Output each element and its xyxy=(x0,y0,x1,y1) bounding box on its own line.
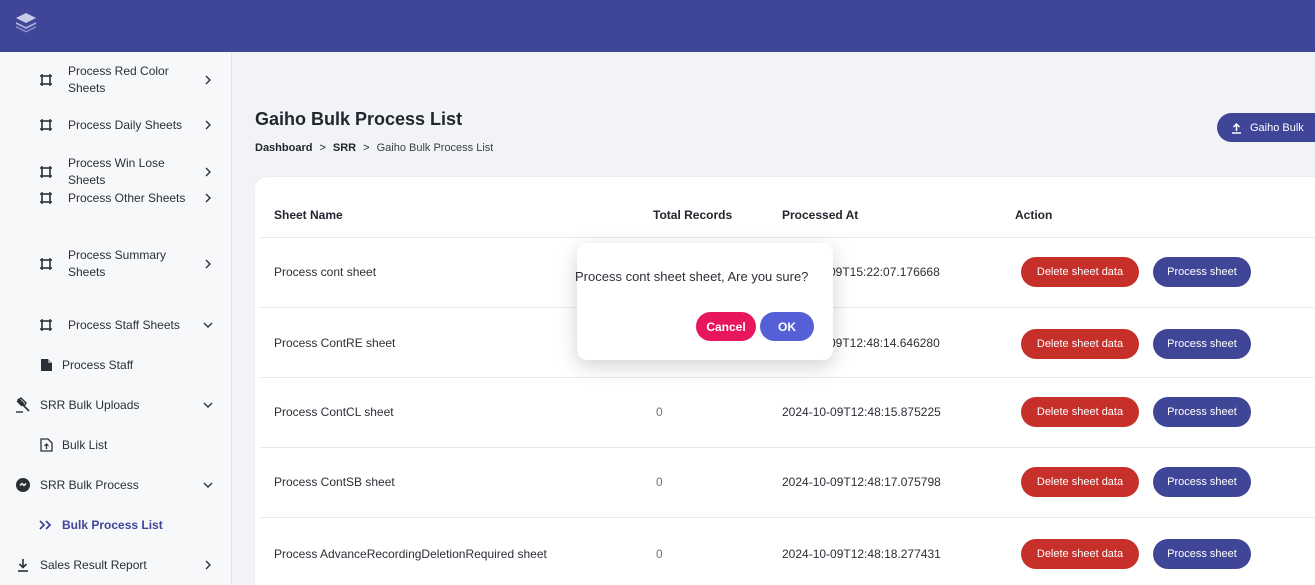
sidebar-item-process-staff-sheets[interactable]: Process Staff Sheets xyxy=(0,316,232,334)
chevron-right-icon xyxy=(205,259,211,269)
upload-button-label: Gaiho Bulk xyxy=(1250,121,1304,134)
sheet-name-cell: Process cont sheet xyxy=(274,265,377,279)
sidebar-item-process-other-sheets[interactable]: Process Other Sheets xyxy=(0,189,232,207)
process-circle-icon xyxy=(15,477,31,493)
delete-sheet-data-button[interactable]: Delete sheet data xyxy=(1021,397,1139,427)
column-header-sheet-name: Sheet Name xyxy=(274,208,343,222)
sidebar-item-label: Sheets xyxy=(68,265,106,279)
confirm-dialog-message: Process cont sheet sheet, Are you sure? xyxy=(575,269,809,284)
column-header-action: Action xyxy=(1015,208,1053,222)
chevron-right-icon xyxy=(205,75,211,85)
sidebar-item-label: Process Red Color xyxy=(68,64,169,78)
delete-sheet-data-button[interactable]: Delete sheet data xyxy=(1021,257,1139,287)
cancel-button[interactable]: Cancel xyxy=(696,312,756,341)
gavel-icon xyxy=(15,397,31,413)
process-sheet-button[interactable]: Process sheet xyxy=(1153,397,1251,427)
process-sheet-button[interactable]: Process sheet xyxy=(1153,467,1251,497)
sidebar-item-label: Process Daily Sheets xyxy=(68,118,183,132)
table-header: Sheet Name Total Records Processed At Ac… xyxy=(260,190,1315,238)
chevron-down-icon xyxy=(203,402,213,408)
chevron-right-icon xyxy=(205,120,211,130)
table-row: Process AdvanceRecordingDeletionRequired… xyxy=(260,518,1315,585)
table-row: Process ContSB sheet 0 2024-10-09T12:48:… xyxy=(260,448,1315,518)
delete-sheet-data-button[interactable]: Delete sheet data xyxy=(1021,467,1139,497)
sidebar-item-label: Process Staff Sheets xyxy=(68,318,180,332)
sidebar-item-label: Process Summary xyxy=(68,248,167,262)
processed-at-cell: 2024-10-09T12:48:15.875225 xyxy=(782,405,941,419)
sidebar-item-sales-result-report[interactable]: Sales Result Report xyxy=(0,556,232,574)
sheet-icon xyxy=(38,317,54,333)
column-header-total-records: Total Records xyxy=(653,208,733,222)
sidebar-item-process-red-color-sheets[interactable]: Process Red Color Sheets xyxy=(0,60,232,100)
chevron-right-icon xyxy=(205,167,211,177)
sidebar-item-label: Process Win Lose xyxy=(68,156,165,170)
total-records-cell: 0 xyxy=(656,475,663,489)
table-row: Process ContCL sheet 0 2024-10-09T12:48:… xyxy=(260,378,1315,448)
sidebar-item-bulk-process-list[interactable]: Bulk Process List xyxy=(0,516,232,534)
top-bar xyxy=(0,0,1315,52)
sheet-icon xyxy=(38,72,54,88)
sidebar-item-srr-bulk-process[interactable]: SRR Bulk Process xyxy=(0,476,232,494)
file-upload-icon xyxy=(38,437,54,453)
column-header-processed-at: Processed At xyxy=(782,208,859,222)
sheet-icon xyxy=(38,190,54,206)
process-sheet-button[interactable]: Process sheet xyxy=(1153,329,1251,359)
delete-sheet-data-button[interactable]: Delete sheet data xyxy=(1021,329,1139,359)
processed-at-cell: 2024-10-09T12:48:18.277431 xyxy=(782,547,941,561)
breadcrumb-separator: > xyxy=(363,142,370,154)
sidebar-item-label: Bulk List xyxy=(62,438,108,452)
sidebar-item-label: SRR Bulk Uploads xyxy=(40,398,140,412)
sheet-name-cell: Process ContRE sheet xyxy=(274,336,396,350)
layers-logo-icon[interactable] xyxy=(14,10,38,34)
sidebar-item-process-daily-sheets[interactable]: Process Daily Sheets xyxy=(0,116,232,134)
chevron-right-icon xyxy=(205,560,211,570)
sidebar-item-label: Process Other Sheets xyxy=(68,191,186,205)
file-icon xyxy=(38,357,54,373)
double-chevron-icon xyxy=(38,517,54,533)
process-sheet-button[interactable]: Process sheet xyxy=(1153,257,1251,287)
sidebar-item-label: Sales Result Report xyxy=(40,558,147,572)
sidebar-item-label: Sheets xyxy=(68,81,106,95)
sidebar-item-label: SRR Bulk Process xyxy=(40,478,139,492)
breadcrumb-current: Gaiho Bulk Process List xyxy=(376,142,494,154)
total-records-cell: 0 xyxy=(656,547,663,561)
breadcrumb-separator: > xyxy=(319,142,326,154)
ok-button[interactable]: OK xyxy=(760,312,814,341)
processed-at-cell: 09T12:48:14.646280 xyxy=(829,336,940,350)
page-title: Gaiho Bulk Process List xyxy=(255,109,463,129)
download-icon xyxy=(15,557,31,573)
confirm-dialog: Process cont sheet sheet, Are you sure? … xyxy=(575,243,833,360)
sheet-icon xyxy=(38,117,54,133)
chevron-down-icon xyxy=(203,322,213,328)
chevron-down-icon xyxy=(203,482,213,488)
sidebar-item-process-win-lose-sheets[interactable]: Process Win Lose Sheets xyxy=(0,152,232,192)
gaiho-bulk-upload-button[interactable]: Gaiho Bulk xyxy=(1217,113,1315,142)
breadcrumb-srr[interactable]: SRR xyxy=(333,142,356,154)
sidebar: Process Red Color Sheets Process Daily S… xyxy=(0,52,232,585)
total-records-cell: 0 xyxy=(656,405,663,419)
sidebar-item-bulk-list[interactable]: Bulk List xyxy=(0,436,232,454)
sidebar-item-process-summary-sheets[interactable]: Process Summary Sheets xyxy=(0,244,232,284)
sidebar-item-label: Sheets xyxy=(68,173,106,187)
sidebar-item-srr-bulk-uploads[interactable]: SRR Bulk Uploads xyxy=(0,396,232,414)
sheet-icon xyxy=(38,256,54,272)
sheet-name-cell: Process AdvanceRecordingDeletionRequired… xyxy=(274,547,547,561)
sheet-name-cell: Process ContCL sheet xyxy=(274,405,394,419)
upload-icon xyxy=(1232,122,1241,134)
breadcrumb-dashboard[interactable]: Dashboard xyxy=(255,142,312,154)
chevron-right-icon xyxy=(205,193,211,203)
processed-at-cell: 2024-10-09T12:48:17.075798 xyxy=(782,475,941,489)
sidebar-item-label: Bulk Process List xyxy=(62,518,163,532)
sidebar-item-label: Process Staff xyxy=(62,358,134,372)
sidebar-item-process-staff[interactable]: Process Staff xyxy=(0,356,232,374)
process-sheet-button[interactable]: Process sheet xyxy=(1153,539,1251,569)
processed-at-cell: 09T15:22:07.176668 xyxy=(829,265,940,279)
breadcrumb: Dashboard > SRR > Gaiho Bulk Process Lis… xyxy=(255,142,493,154)
sheet-name-cell: Process ContSB sheet xyxy=(274,475,395,489)
delete-sheet-data-button[interactable]: Delete sheet data xyxy=(1021,539,1139,569)
sheet-icon xyxy=(38,164,54,180)
